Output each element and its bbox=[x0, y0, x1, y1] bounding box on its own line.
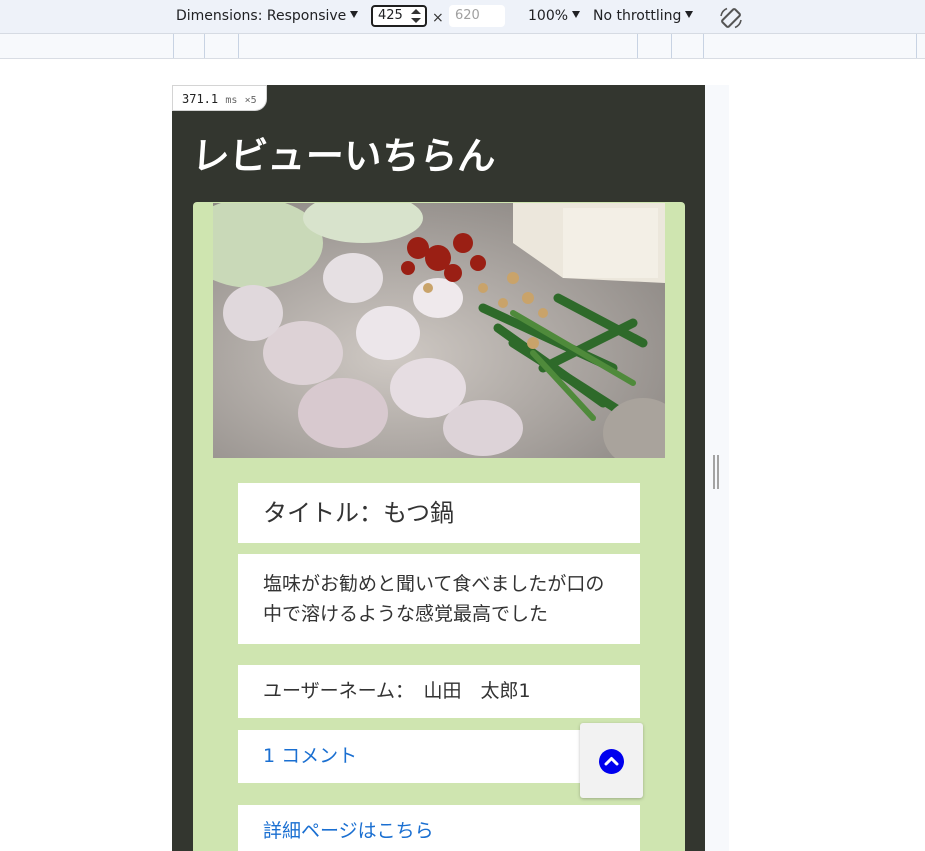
height-placeholder: 620 bbox=[455, 8, 480, 23]
ruler-tick bbox=[173, 34, 174, 58]
perf-unit: ms bbox=[225, 95, 238, 106]
review-photo bbox=[213, 203, 665, 458]
throttling-label: No throttling bbox=[593, 8, 682, 24]
resize-handle[interactable] bbox=[713, 455, 719, 489]
dimensions-label: Dimensions: Responsive bbox=[176, 8, 347, 24]
dimensions-dropdown[interactable]: Dimensions: Responsive bbox=[176, 8, 359, 24]
ruler-tick bbox=[703, 34, 704, 58]
width-value: 425 bbox=[378, 8, 403, 23]
ruler-tick bbox=[916, 34, 917, 58]
perf-multiplier: ×5 bbox=[244, 95, 257, 106]
zoom-label: 100% bbox=[528, 8, 569, 24]
perf-time: 371.1 bbox=[182, 92, 219, 106]
review-username: ユーザーネーム： 山田 太郎1 bbox=[238, 665, 640, 718]
ruler-tick bbox=[671, 34, 672, 58]
caret-down-icon bbox=[685, 11, 694, 18]
performance-badge: 371.1 ms ×5 bbox=[172, 85, 267, 111]
caret-down-icon bbox=[572, 11, 581, 18]
times-sign: × bbox=[432, 10, 444, 26]
zoom-dropdown[interactable]: 100% bbox=[528, 8, 581, 24]
chevron-up-icon bbox=[599, 749, 624, 774]
ruler-tick bbox=[637, 34, 638, 58]
review-title: タイトル：もつ鍋 bbox=[238, 483, 640, 543]
media-query-bar bbox=[0, 34, 925, 59]
review-description: 塩味がお勧めと聞いて食べましたが口の中で溶けるような感覚最高でした bbox=[238, 554, 640, 644]
height-input[interactable]: 620 bbox=[449, 5, 505, 27]
ruler-tick bbox=[204, 34, 205, 58]
width-input[interactable]: 425 bbox=[371, 5, 427, 27]
device-toolbar: Dimensions: Responsive 425 × 620 100% No… bbox=[0, 0, 925, 34]
site-title: レビューいちらん bbox=[190, 134, 498, 178]
rotate-icon[interactable] bbox=[718, 5, 744, 31]
ruler-tick bbox=[238, 34, 239, 58]
spinner-icon[interactable] bbox=[411, 9, 421, 23]
scroll-to-top-button[interactable] bbox=[580, 723, 643, 798]
caret-down-icon bbox=[350, 11, 359, 18]
throttling-dropdown[interactable]: No throttling bbox=[593, 8, 694, 24]
detail-page-link[interactable]: 詳細ページはこちら bbox=[238, 805, 640, 851]
